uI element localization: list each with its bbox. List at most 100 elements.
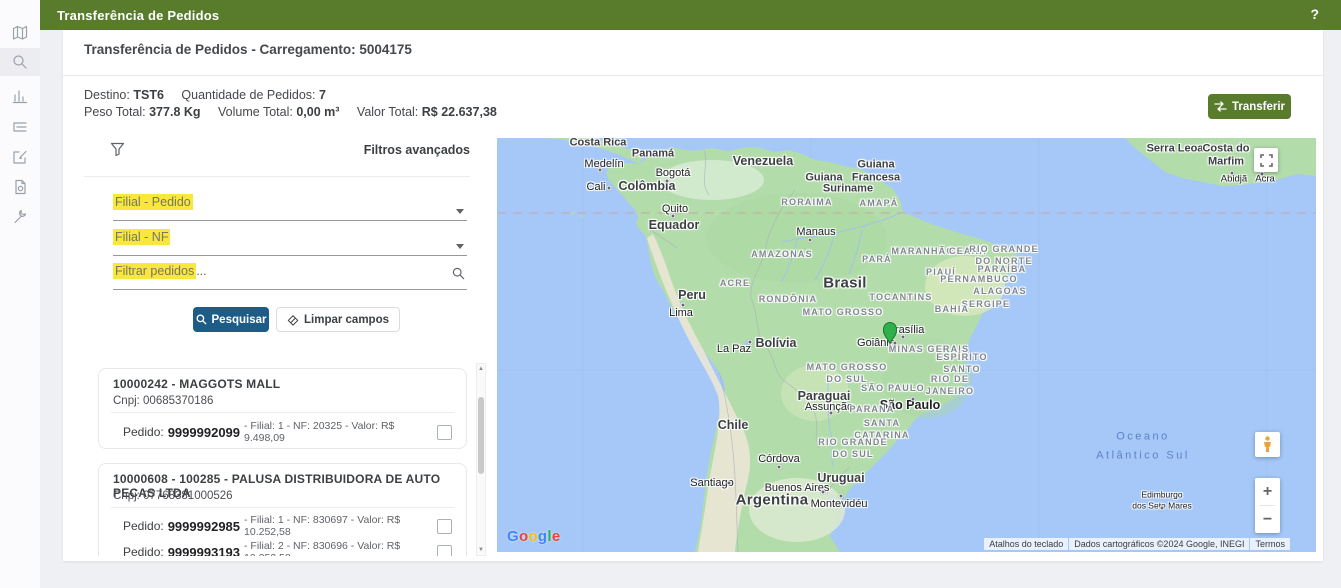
map-city-dot <box>829 411 834 416</box>
volume-value: 0,00 m³ <box>296 105 339 119</box>
pedido-checkbox[interactable] <box>437 545 452 557</box>
map-label: Serra Leoa <box>1147 143 1204 156</box>
pegman-button[interactable] <box>1255 432 1280 457</box>
customer-cnpj: Cnpj: 00685370186 <box>113 395 213 407</box>
map-city-dot <box>1160 506 1165 511</box>
zoom-out-button[interactable]: − <box>1255 506 1280 533</box>
fullscreen-button[interactable] <box>1254 148 1278 172</box>
map-data-attribution: Dados cartográficos ©2024 Google, INEGI <box>1069 538 1249 550</box>
destino-value: TST6 <box>133 88 164 102</box>
sidebar-item-edit[interactable] <box>0 143 40 171</box>
pedido-checkbox[interactable] <box>437 425 452 440</box>
pedido-label: Pedido: <box>113 545 164 556</box>
sidebar-item-flows[interactable] <box>0 113 40 141</box>
divider <box>84 176 470 177</box>
map-label: Bolívia <box>756 336 797 350</box>
map-label: Montevidéu <box>811 498 868 510</box>
search-button[interactable]: Pesquisar <box>193 307 269 332</box>
map-label: Panamá <box>632 148 674 161</box>
customer-title: 10000242 - MAGGOTS MALL <box>113 377 280 391</box>
map-label: Guiana Francesa <box>852 158 900 183</box>
map-city-dot <box>777 465 782 470</box>
map-label: MATO GROSSO <box>803 306 884 318</box>
pedido-details: - Filial: 1 - NF: 20325 - Valor: R$ 9.49… <box>244 420 437 444</box>
destino-label: Destino: <box>84 88 130 102</box>
terms-link[interactable]: Termos <box>1250 538 1290 550</box>
map-label: ALAGOAS <box>973 285 1026 297</box>
map-city-dot <box>598 168 603 173</box>
map-label: Paraguai <box>798 389 851 403</box>
clear-fields-button[interactable]: Limpar campos <box>276 307 400 332</box>
map-label: RIO GRANDE DO NORTE <box>969 243 1039 267</box>
transfer-icon <box>1214 101 1227 112</box>
filter-buttons: Pesquisar Limpar campos <box>193 307 400 332</box>
map-label: Acra <box>1255 174 1275 185</box>
zoom-in-button[interactable]: + <box>1255 478 1280 505</box>
map-city-dot <box>748 340 753 345</box>
divider <box>111 507 454 508</box>
map-city-dot <box>1260 172 1265 177</box>
map-marker-pin[interactable] <box>881 319 899 346</box>
filial-nf-select[interactable]: Filial - NF <box>113 228 467 256</box>
edit-icon <box>12 149 28 165</box>
map-label: PIAUÍ <box>926 266 956 278</box>
app-title: Transferência de Pedidos <box>40 8 219 23</box>
customer-cnpj: Cnpj: 07768381000526 <box>113 490 233 502</box>
map-icon <box>12 25 28 41</box>
search-icon <box>452 267 465 285</box>
filter-orders-input[interactable]: Filtrar pedidos... <box>113 262 467 290</box>
keyboard-shortcuts-button[interactable]: Atalhos do teclado <box>984 538 1068 550</box>
pedido-checkbox[interactable] <box>437 519 452 534</box>
google-logo[interactable]: Google <box>507 528 561 545</box>
scroll-down-arrow[interactable]: ▼ <box>477 547 485 553</box>
map-city-dot <box>901 335 906 340</box>
search-label: Pesquisar <box>212 314 267 326</box>
map-city-dot <box>1230 171 1235 176</box>
map-labels-layer: Costa RicaPanamáMedelínBogotáVenezuelaCa… <box>497 138 1316 552</box>
map-label: Manaus <box>796 226 835 238</box>
map-label: BAHIA <box>935 303 970 315</box>
list-scrollbar[interactable]: ▲ ▼ <box>476 363 486 556</box>
sidebar-item-map[interactable] <box>0 19 40 47</box>
summary-line-2: Peso Total: 377.8 Kg Volume Total: 0,00 … <box>84 104 511 121</box>
map-city-dot <box>821 490 826 495</box>
sidebar-item-reports[interactable] <box>0 82 40 110</box>
pedido-details: - Filial: 1 - NF: 830697 - Valor: R$ 10.… <box>244 514 437 538</box>
help-button[interactable]: ? <box>1310 6 1319 22</box>
map-canvas[interactable]: Costa RicaPanamáMedelínBogotáVenezuelaCa… <box>497 138 1316 552</box>
filial-pedido-select[interactable]: Filial - Pedido <box>113 193 467 221</box>
map-city-dot <box>727 481 732 486</box>
volume-label: Volume Total: <box>218 105 293 119</box>
document-icon <box>12 179 28 195</box>
bar-chart-icon <box>12 88 28 104</box>
map-city-dot <box>681 303 686 308</box>
field-underline <box>113 255 467 256</box>
pedido-details: - Filial: 2 - NF: 830696 - Valor: R$ 10.… <box>244 540 437 556</box>
map-label: Lima <box>669 307 693 319</box>
transfer-label: Transferir <box>1232 101 1285 113</box>
wrench-icon <box>12 209 28 225</box>
map-label: SÃO PAULO <box>861 382 925 394</box>
map-label: Bogotá <box>656 167 691 179</box>
scroll-thumb[interactable] <box>478 397 484 474</box>
sidebar-item-tools[interactable] <box>0 203 40 231</box>
sidebar <box>0 0 40 588</box>
map-label: RIO DE JANEIRO <box>926 373 974 397</box>
map-label: Venezuela <box>733 154 793 168</box>
filial-nf-value: Filial - NF <box>113 229 170 245</box>
map-label: Suriname <box>823 183 873 196</box>
map-label: MARANHÃO <box>891 245 954 257</box>
scroll-up-arrow[interactable]: ▲ <box>477 366 485 372</box>
map-city-dot <box>671 214 676 219</box>
sidebar-item-search[interactable] <box>0 48 40 76</box>
google-logo-letter: e <box>552 528 561 545</box>
sidebar-item-documents[interactable] <box>0 173 40 201</box>
transfer-button[interactable]: Transferir <box>1208 94 1291 119</box>
map-label: ESPÍRITO SANTO <box>936 351 987 375</box>
summary-line-1: Destino: TST6 Quantidade de Pedidos: 7 <box>84 87 511 104</box>
map-label: PARÁ <box>862 253 892 265</box>
google-logo-letter: G <box>507 528 519 545</box>
pedido-row: Pedido: 9999992099 - Filial: 1 - NF: 203… <box>113 418 452 446</box>
chevron-down-icon <box>456 209 464 214</box>
pedido-row: Pedido: 9999992985 - Filial: 1 - NF: 830… <box>113 512 452 540</box>
